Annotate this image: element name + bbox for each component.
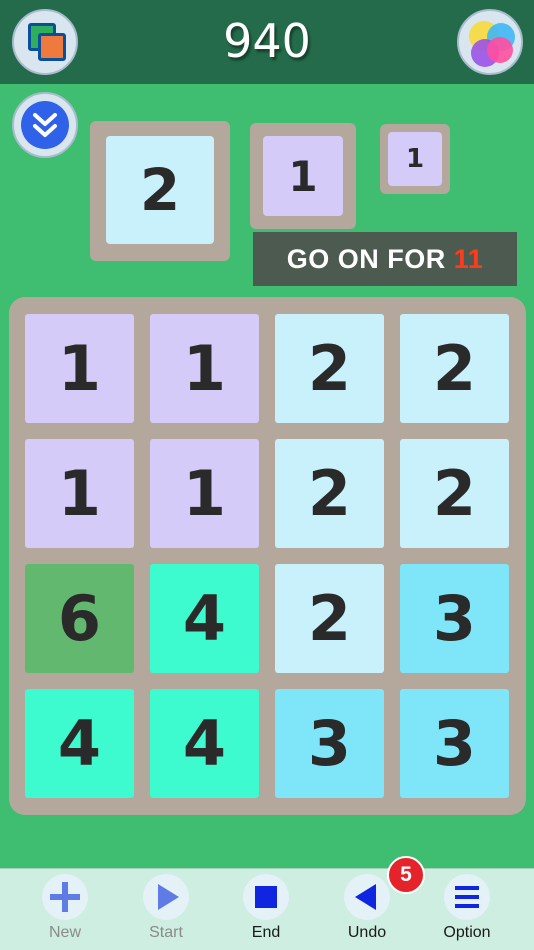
- board-tile[interactable]: 2: [275, 439, 384, 548]
- start-button[interactable]: Start: [116, 869, 216, 950]
- back-triangle-icon: [355, 884, 376, 910]
- new-button[interactable]: New: [15, 869, 115, 950]
- next-tile-preview-1: 2: [90, 121, 230, 261]
- next-tile-preview-2: 1: [250, 123, 356, 229]
- next-tile-1: 2: [106, 136, 214, 244]
- board-tile[interactable]: 2: [275, 564, 384, 673]
- game-center-icon: [459, 11, 521, 73]
- board-tile[interactable]: 3: [275, 689, 384, 798]
- go-on-banner: GO ON FOR 11: [253, 232, 517, 286]
- new-label: New: [48, 924, 81, 941]
- next-tile-preview-3: 1: [380, 124, 450, 194]
- start-label: Start: [149, 924, 183, 941]
- board-tile[interactable]: 1: [150, 314, 259, 423]
- board-tile[interactable]: 2: [275, 314, 384, 423]
- game-board[interactable]: 1122112264234433: [9, 297, 526, 815]
- undo-count-badge: 5: [387, 856, 425, 894]
- board-tile[interactable]: 6: [25, 564, 134, 673]
- end-button[interactable]: End: [216, 869, 316, 950]
- board-tile[interactable]: 3: [400, 564, 509, 673]
- layers-icon: [14, 11, 76, 73]
- next-tile-2: 1: [263, 136, 343, 216]
- next-tile-3: 1: [388, 132, 442, 186]
- option-button[interactable]: Option: [417, 869, 517, 950]
- board-tile[interactable]: 4: [25, 689, 134, 798]
- stop-icon: [255, 886, 277, 908]
- game-center-button[interactable]: [457, 9, 523, 75]
- board-tile[interactable]: 1: [150, 439, 259, 548]
- board-tile[interactable]: 4: [150, 564, 259, 673]
- board-tile[interactable]: 2: [400, 314, 509, 423]
- undo-label: Undo: [347, 924, 387, 941]
- score-display: 940: [223, 14, 311, 68]
- option-label: Option: [443, 924, 491, 941]
- board-tile[interactable]: 2: [400, 439, 509, 548]
- go-on-count: 11: [453, 244, 484, 274]
- board-tile[interactable]: 1: [25, 314, 134, 423]
- board-tile[interactable]: 4: [150, 689, 259, 798]
- menu-icon: [455, 886, 479, 908]
- plus-icon: [50, 882, 80, 912]
- board-tile[interactable]: 1: [25, 439, 134, 548]
- chevron-double-down-icon: [21, 101, 69, 149]
- play-icon: [158, 884, 179, 910]
- board-tile[interactable]: 3: [400, 689, 509, 798]
- bottom-toolbar: New Start End Undo Option: [0, 868, 534, 950]
- end-label: End: [251, 924, 281, 941]
- layers-button[interactable]: [12, 9, 78, 75]
- go-on-label: GO ON FOR: [286, 244, 446, 274]
- collapse-button[interactable]: [12, 92, 78, 158]
